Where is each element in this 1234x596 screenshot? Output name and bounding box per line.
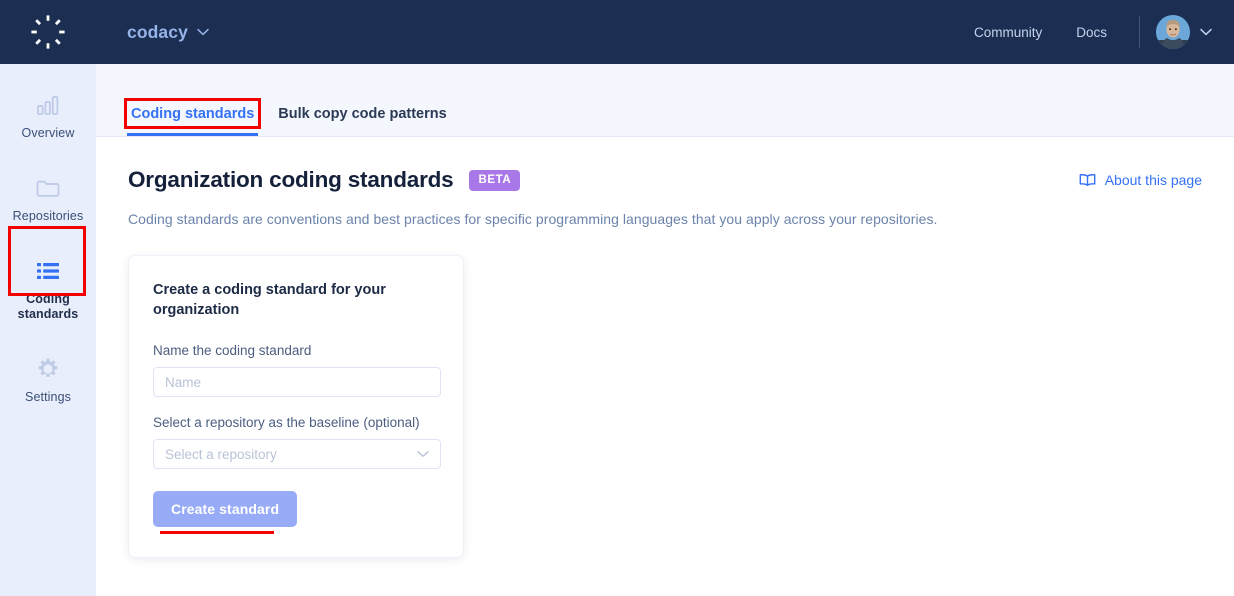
sidebar-item-coding-standards[interactable]: Coding standards	[0, 248, 96, 334]
page-title-row: Organization coding standards BETA About…	[128, 167, 1202, 193]
app-root: codacy Community Docs Overview Repositor…	[0, 0, 1234, 596]
tab-coding-standards[interactable]: Coding standards	[127, 96, 259, 136]
name-field-label: Name the coding standard	[153, 343, 312, 358]
header-divider	[1139, 16, 1140, 48]
about-this-page-label: About this page	[1104, 172, 1202, 188]
repository-field-label: Select a repository as the baseline (opti…	[153, 415, 439, 430]
main-content: Organization coding standards BETA About…	[96, 137, 1234, 596]
folder-icon	[4, 175, 92, 201]
page-description: Coding standards are conventions and bes…	[128, 211, 938, 227]
beta-badge: BETA	[469, 169, 521, 191]
list-icon	[4, 258, 92, 284]
create-standard-button[interactable]: Create standard	[153, 491, 298, 527]
sidebar-item-label: Repositories	[12, 209, 84, 223]
bar-chart-icon	[4, 92, 92, 118]
card-title: Create a coding standard for your organi…	[153, 282, 386, 318]
tab-bulk-copy-code-patterns[interactable]: Bulk copy code patterns	[274, 96, 450, 136]
chevron-down-icon	[1200, 28, 1212, 36]
top-header: codacy Community Docs	[0, 0, 1234, 64]
docs-link[interactable]: Docs	[1066, 19, 1117, 46]
community-link[interactable]: Community	[964, 19, 1052, 46]
repository-optional-text: (optional)	[363, 415, 420, 430]
repository-select-value: Select a repository	[165, 446, 277, 462]
sidebar-item-label: Overview	[21, 126, 75, 140]
tab-list: Coding standards Bulk copy code patterns	[127, 96, 467, 136]
repository-select[interactable]: Select a repository	[153, 439, 441, 469]
sidebar-item-repositories[interactable]: Repositories	[0, 165, 96, 236]
page-title: Organization coding standards	[128, 167, 454, 192]
chevron-down-icon	[197, 28, 209, 36]
about-this-page-link[interactable]: About this page	[1079, 172, 1202, 188]
book-icon	[1079, 174, 1096, 186]
logo-container[interactable]	[0, 12, 96, 52]
sidebar-item-label: Coding standards	[17, 292, 79, 321]
gear-icon	[4, 356, 92, 382]
avatar	[1156, 15, 1190, 49]
repository-field-label-text: Select a repository as the baseline	[153, 415, 360, 430]
org-name: codacy	[127, 21, 188, 42]
codacy-logo-icon	[31, 15, 65, 49]
sidebar-item-settings[interactable]: Settings	[0, 346, 96, 417]
create-coding-standard-card: Create a coding standard for your organi…	[128, 255, 464, 558]
chevron-down-icon	[417, 450, 429, 458]
user-menu[interactable]	[1156, 15, 1212, 49]
org-switcher[interactable]: codacy	[127, 22, 209, 43]
tab-bar: Coding standards Bulk copy code patterns	[96, 64, 1234, 137]
name-input[interactable]	[153, 367, 441, 397]
sidebar-item-overview[interactable]: Overview	[0, 82, 96, 153]
sidebar: Overview Repositories Coding standards S…	[0, 64, 96, 596]
sidebar-item-label: Settings	[25, 390, 71, 404]
header-right-group: Community Docs	[950, 15, 1234, 49]
